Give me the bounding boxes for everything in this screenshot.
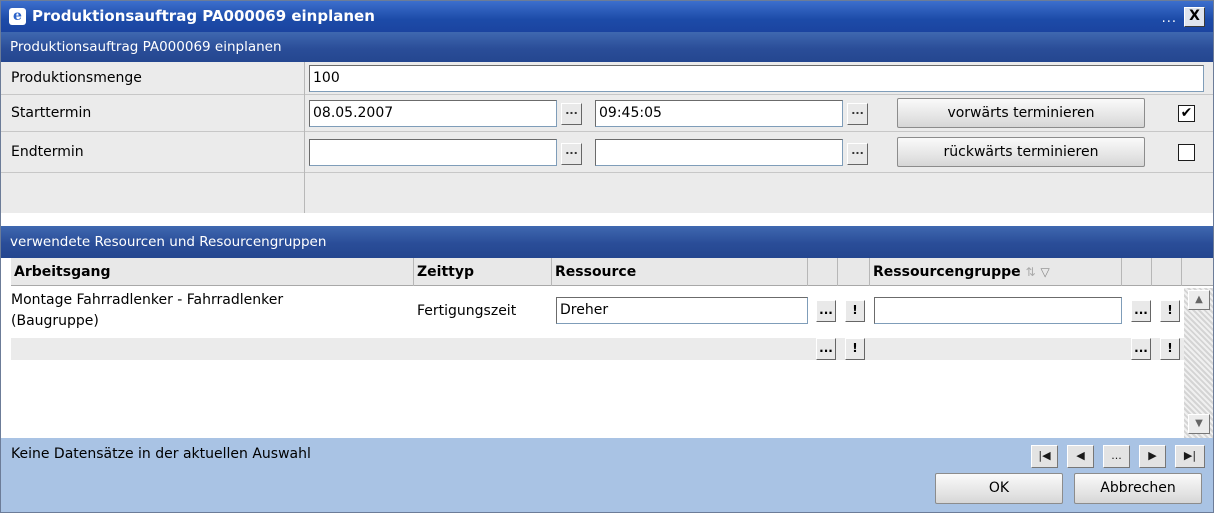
nav-more-button[interactable]: ... [1103, 445, 1130, 468]
form-row-starttermin: Starttermin 08.05.2007 ... 09:45:05 ... … [1, 95, 1213, 132]
ressource-input[interactable]: Dreher [556, 297, 808, 324]
ressourcengruppe-detail-button[interactable]: ! [1160, 300, 1180, 322]
ressourcengruppe-select-button[interactable]: ... [1131, 300, 1151, 322]
nav-first-icon[interactable]: |◀ [1031, 445, 1058, 468]
endtermin-date-picker-button[interactable]: ... [561, 143, 582, 165]
form-spacer [1, 173, 1213, 213]
column-header-spacer-4 [1152, 258, 1182, 286]
column-header-arbeitsgang[interactable]: Arbeitsgang [11, 258, 414, 286]
starttermin-label: Starttermin [11, 105, 92, 121]
scroll-up-arrow-icon[interactable]: ▲ [1188, 290, 1210, 310]
grid-vertical-scrollbar[interactable]: ▲ ▼ [1184, 288, 1213, 438]
nav-last-icon[interactable]: ▶| [1175, 445, 1205, 468]
ok-button[interactable]: OK [935, 473, 1063, 504]
produktionsmenge-input[interactable]: 100 [309, 65, 1204, 92]
sort-arrows-icon[interactable]: ⇅ [1026, 265, 1036, 279]
section-header-resourcen: verwendete Resourcen und Resourcengruppe… [1, 226, 1213, 258]
close-button[interactable]: X [1184, 7, 1205, 27]
section-header-auftrag: Produktionsauftrag PA000069 einplanen [1, 32, 1213, 63]
column-header-ressource[interactable]: Ressource [552, 258, 808, 286]
endtermin-label: Endtermin [11, 144, 84, 160]
starttermin-date-input[interactable]: 08.05.2007 [309, 100, 557, 127]
endtermin-date-input[interactable] [309, 139, 557, 166]
new-ressource-detail-button[interactable]: ! [845, 338, 865, 360]
form-row-produktionsmenge: Produktionsmenge 100 [1, 62, 1213, 95]
ressourcengruppe-input[interactable] [874, 297, 1122, 324]
endtermin-checkbox[interactable] [1178, 144, 1195, 161]
vorwaerts-terminieren-button[interactable]: vorwärts terminieren [897, 98, 1145, 128]
table-row[interactable]: Montage Fahrradlenker - Fahrradlenker (B… [11, 286, 1184, 338]
ressource-select-button[interactable]: ... [816, 300, 836, 322]
produktionsmenge-label: Produktionsmenge [11, 70, 142, 86]
column-header-zeittyp[interactable]: Zeittyp [414, 258, 552, 286]
resource-grid: Arbeitsgang Zeittyp Ressource Ressourcen… [11, 258, 1213, 438]
nav-next-icon[interactable]: ▶ [1139, 445, 1166, 468]
rueckwaerts-terminieren-button[interactable]: rückwärts terminieren [897, 137, 1145, 167]
ie-logo-icon: e [9, 8, 26, 25]
starttermin-date-picker-button[interactable]: ... [561, 103, 582, 125]
ressource-detail-button[interactable]: ! [845, 300, 865, 322]
form-row-endtermin: Endtermin ... ... rückwärts terminieren [1, 132, 1213, 173]
new-ressourcengruppe-detail-button[interactable]: ! [1160, 338, 1180, 360]
starttermin-time-input[interactable]: 09:45:05 [595, 100, 843, 127]
column-header-spacer-1 [808, 258, 838, 286]
title-bar: e Produktionsauftrag PA000069 einplanen … [1, 1, 1213, 32]
scroll-down-arrow-icon[interactable]: ▼ [1188, 414, 1210, 434]
ressourcengruppe-header-label: Ressourcengruppe [873, 264, 1021, 280]
zeittyp-cell: Fertigungszeit [417, 303, 517, 319]
endtermin-time-input[interactable] [595, 139, 843, 166]
starttermin-checkbox[interactable]: ✔ [1178, 105, 1195, 122]
window-title: Produktionsauftrag PA000069 einplanen [32, 7, 375, 25]
nav-previous-icon[interactable]: ◀ [1067, 445, 1094, 468]
new-ressource-select-button[interactable]: ... [816, 338, 836, 360]
grid-header: Arbeitsgang Zeittyp Ressource Ressourcen… [11, 258, 1213, 286]
starttermin-time-picker-button[interactable]: ... [847, 103, 868, 125]
form-label-separator [304, 62, 305, 213]
arbeitsgang-cell-line1: Montage Fahrradlenker - Fahrradlenker [11, 292, 284, 308]
dialog-window: e Produktionsauftrag PA000069 einplanen … [0, 0, 1214, 513]
arbeitsgang-cell-line2: (Baugruppe) [11, 313, 99, 329]
filter-icon[interactable]: ▽ [1040, 265, 1049, 279]
column-header-ressourcengruppe[interactable]: Ressourcengruppe ⇅ ▽ [870, 258, 1122, 286]
cancel-button[interactable]: Abbrechen [1074, 473, 1202, 504]
new-ressourcengruppe-select-button[interactable]: ... [1131, 338, 1151, 360]
column-header-spacer-3 [1122, 258, 1152, 286]
table-row-new[interactable]: ... ! ... ! [11, 338, 1184, 360]
endtermin-time-picker-button[interactable]: ... [847, 143, 868, 165]
title-menu-dots[interactable]: ... [1162, 11, 1177, 26]
status-text: Keine Datensätze in der aktuellen Auswah… [11, 446, 311, 462]
column-header-spacer-2 [838, 258, 870, 286]
status-bar: Keine Datensätze in der aktuellen Auswah… [1, 438, 1213, 512]
